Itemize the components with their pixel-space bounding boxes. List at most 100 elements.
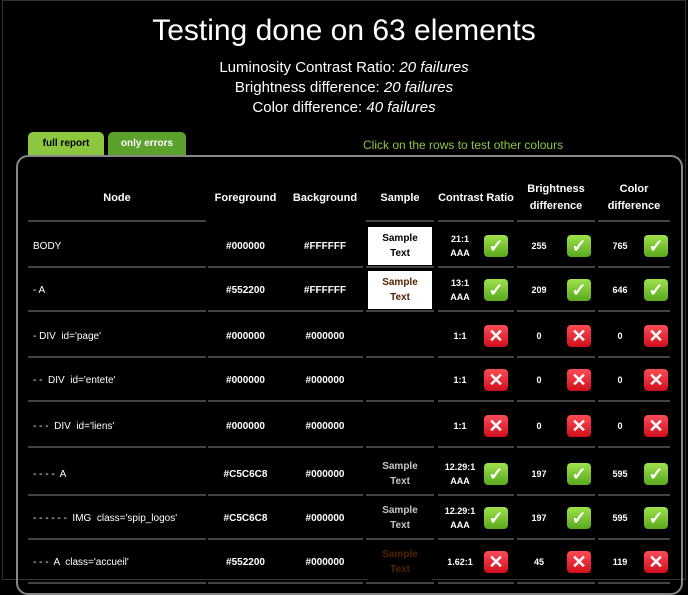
color-difference-value: 119 (612, 557, 628, 567)
row-divider (438, 400, 514, 402)
cross-icon: ✕ (644, 369, 668, 391)
row-divider (598, 400, 670, 402)
row-divider (517, 400, 595, 402)
row-divider (28, 446, 206, 448)
color-difference-cell: 646 ✓ (598, 268, 670, 312)
background-cell: #000000 (305, 468, 345, 480)
brightness-value: 45 (533, 557, 544, 567)
color-value: 40 failures (366, 99, 436, 116)
tab-full-report[interactable]: full report (28, 132, 104, 157)
check-icon: ✓ (567, 279, 591, 301)
contrast-ratio-value: 1.62:1 (447, 557, 473, 567)
foreground-cell: #552200 (226, 556, 265, 568)
text-word: Text (390, 292, 410, 303)
node-cell: - - DIV id='entete' (33, 374, 116, 386)
color-difference-cell: 119 ✕ (598, 540, 670, 584)
table-row[interactable]: - - - A class='accueil' #552200 #000000 … (28, 540, 670, 584)
contrast-ratio-cell: 21:1 AAA ✓ (438, 224, 514, 268)
row-divider (517, 582, 595, 584)
brightness-cell: 197 ✓ (517, 496, 595, 540)
background-cell: #FFFFFF (303, 240, 347, 252)
table-row[interactable]: BODY #000000 #FFFFFF Sample Text 21:1 AAA… (28, 224, 670, 268)
brightness-cell: 255 ✓ (517, 224, 595, 268)
row-divider (208, 310, 363, 312)
background-cell: #000000 (305, 420, 345, 432)
table-row[interactable]: - - - - - - IMG class='spip_logos' #C5C6… (28, 496, 670, 540)
header-divider (366, 220, 434, 222)
contrast-ratio-value: 1:1 (453, 375, 467, 385)
sample-cell: Sample Text (366, 268, 434, 312)
sample-cell (366, 358, 434, 402)
contrast-ratio-cell: 12.29:1 AAA ✓ (438, 452, 514, 496)
sample-swatch: Sample Text (368, 227, 432, 265)
row-divider (208, 582, 363, 584)
node-cell: - - - - A (33, 468, 67, 480)
color-difference-value: 0 (617, 375, 623, 385)
table-row[interactable]: - DIV id='page' #000000 #000000 1:1 ✕ 0 … (28, 314, 670, 358)
node-cell: - A (33, 284, 46, 296)
contrast-ratio-cell: 1.62:1 ✕ (438, 540, 514, 584)
contrast-ratio-cell: 1:1 ✕ (438, 314, 514, 358)
foreground-cell: #000000 (226, 374, 265, 386)
contrast-ratio-cell: 1:1 ✕ (438, 358, 514, 402)
page-title: Testing done on 63 elements (152, 14, 536, 47)
node-cell: - - - DIV id='liens' (33, 420, 115, 432)
brightness-value: 0 (536, 375, 542, 385)
brightness-cell: 209 ✓ (517, 268, 595, 312)
row-divider (366, 446, 434, 448)
contrast-ratio-value: 1:1 (453, 331, 467, 341)
foreground-cell: #000000 (226, 420, 265, 432)
contrast-ratio-value: 13:1 AAA (450, 278, 470, 302)
check-icon: ✓ (644, 279, 668, 301)
brightness-value: 209 (531, 285, 547, 295)
color-difference-cell: 0 ✕ (598, 404, 670, 448)
row-divider (517, 446, 595, 448)
table-row[interactable]: - - - - A #C5C6C8 #000000 Sample Text 12… (28, 452, 670, 496)
brightness-value: 197 (531, 469, 547, 479)
color-difference-value: 0 (617, 421, 623, 431)
color-difference-value: 0 (617, 331, 623, 341)
foreground-cell: #000000 (226, 240, 265, 252)
summary: Luminosity Contrast Ratio: 20 failures B… (0, 58, 688, 118)
check-icon: ✓ (644, 507, 668, 529)
header-brightness-difference: Brightness difference (527, 183, 585, 212)
row-divider (366, 310, 434, 312)
table-row[interactable]: - A #552200 #FFFFFF Sample Text 13:1 AAA … (28, 268, 670, 312)
header-contrast-ratio: Contrast Ratio (438, 191, 514, 204)
sample-swatch: Sample Text (368, 543, 432, 581)
cross-icon: ✕ (484, 325, 508, 347)
row-divider (598, 582, 670, 584)
row-divider (28, 582, 206, 584)
brightness-value: 0 (536, 331, 542, 341)
foreground-cell: #C5C6C8 (223, 468, 268, 480)
sample-word: Sample (382, 549, 418, 560)
text-word: Text (390, 476, 410, 487)
check-icon: ✓ (484, 507, 508, 529)
cross-icon: ✕ (484, 415, 508, 437)
check-icon: ✓ (484, 279, 508, 301)
sample-word: Sample (382, 277, 418, 288)
luminosity-label: Luminosity Contrast Ratio: (219, 59, 396, 76)
color-difference-value: 646 (612, 285, 628, 295)
color-difference-cell: 595 ✓ (598, 452, 670, 496)
color-difference-value: 595 (612, 469, 628, 479)
brightness-cell: 45 ✕ (517, 540, 595, 584)
brightness-value: 20 failures (383, 79, 454, 96)
header-color-difference: Color difference (607, 183, 661, 212)
row-divider (438, 446, 514, 448)
node-cell: - - - - - - IMG class='spip_logos' (33, 512, 178, 524)
background-cell: #000000 (305, 512, 345, 524)
check-icon: ✓ (644, 463, 668, 485)
brightness-value: 255 (531, 241, 547, 251)
cross-icon: ✕ (484, 551, 508, 573)
table-row[interactable]: - - DIV id='entete' #000000 #000000 1:1 … (28, 358, 670, 402)
row-divider (598, 446, 670, 448)
color-difference-value: 765 (612, 241, 628, 251)
header-node: Node (103, 191, 131, 204)
color-difference-cell: 0 ✕ (598, 314, 670, 358)
tab-only-errors[interactable]: only errors (108, 132, 186, 156)
color-label: Color difference: (252, 99, 363, 116)
check-icon: ✓ (567, 463, 591, 485)
table-row[interactable]: - - - DIV id='liens' #000000 #000000 1:1… (28, 404, 670, 448)
header-foreground: Foreground (214, 191, 277, 204)
